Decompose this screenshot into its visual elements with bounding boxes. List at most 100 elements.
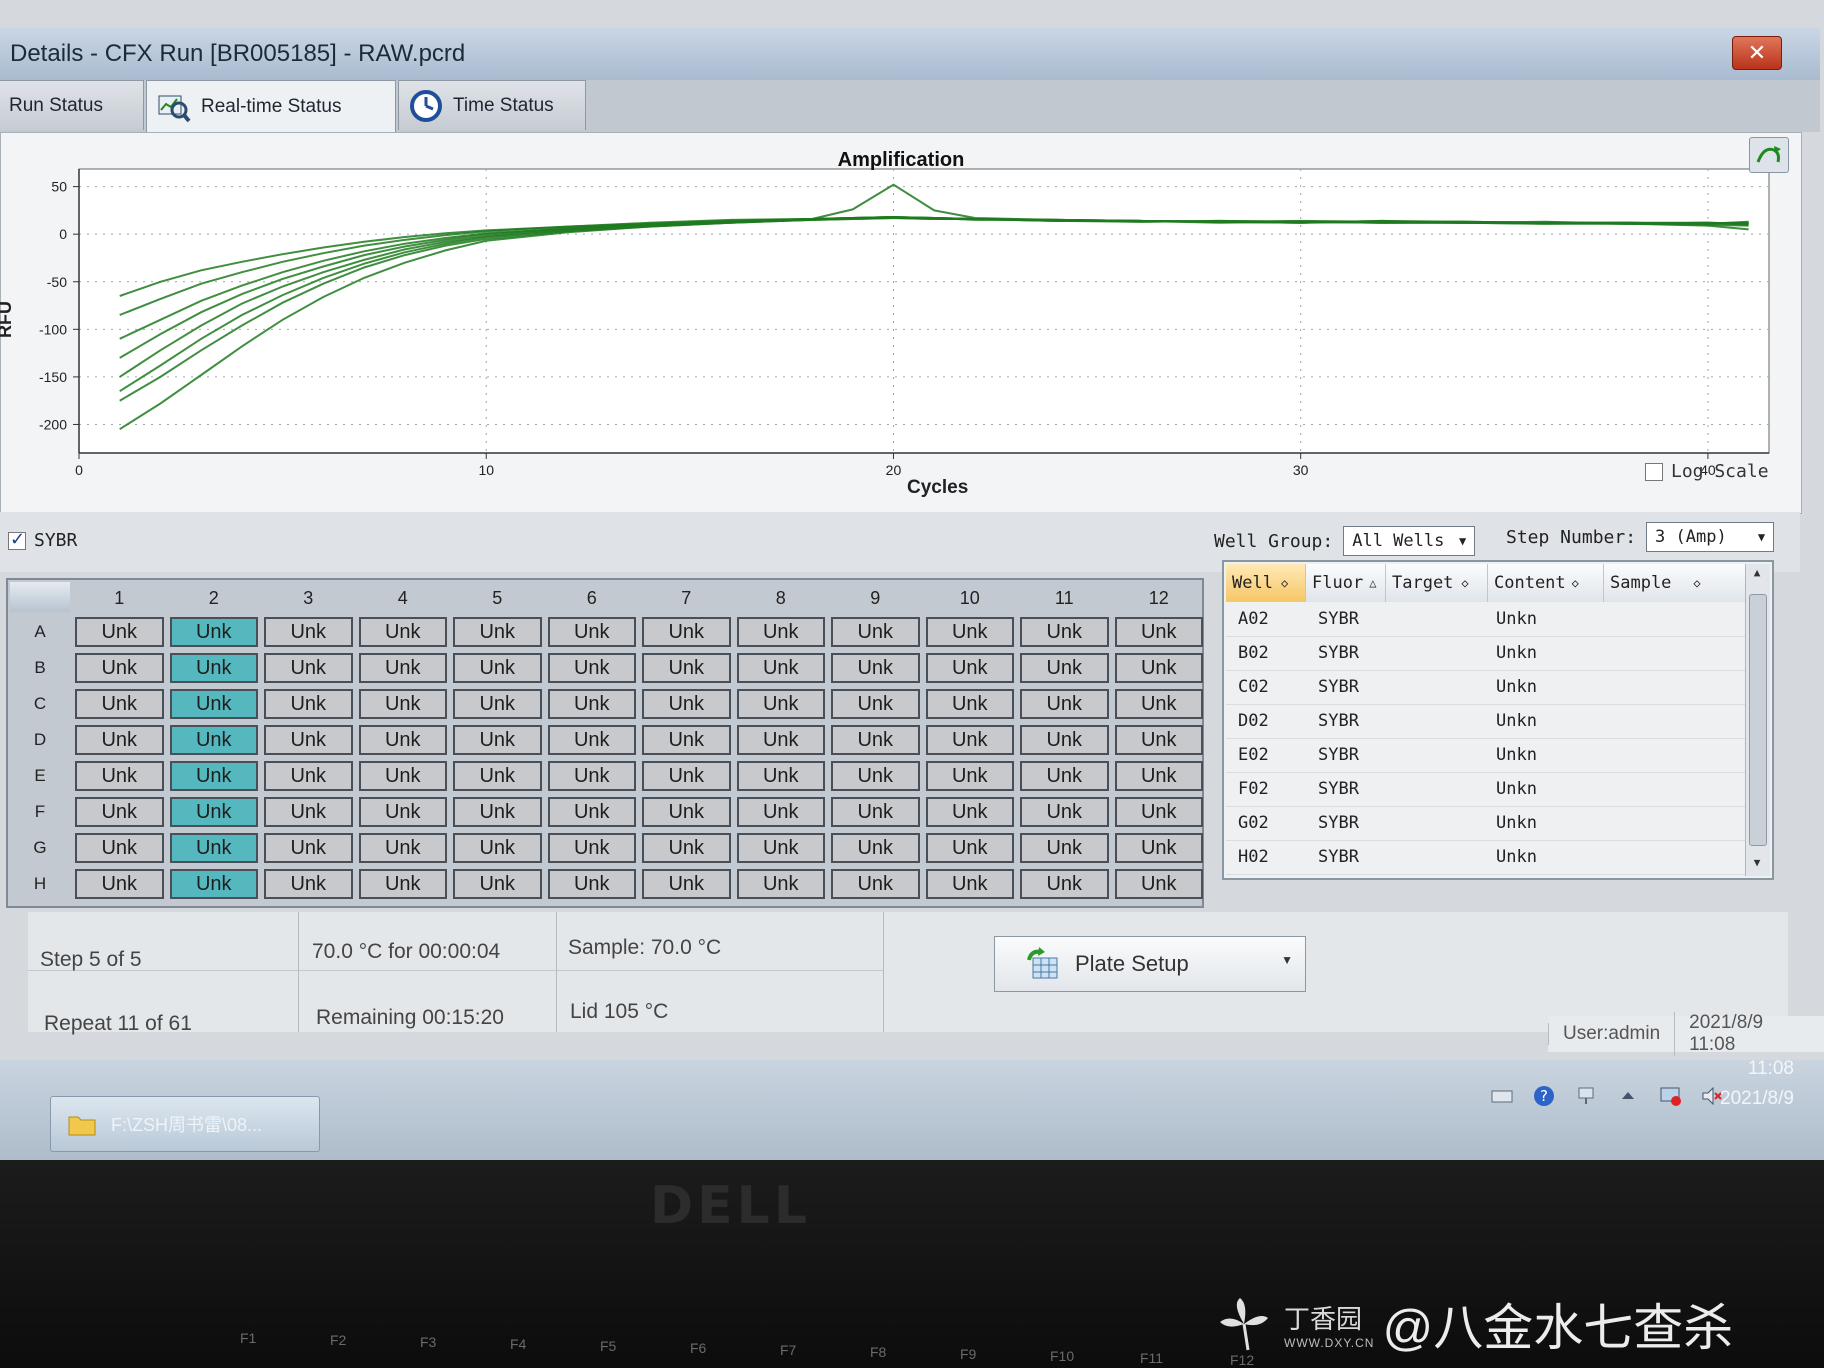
plate-well-C10[interactable]: Unk — [925, 689, 1014, 719]
keyboard-icon[interactable] — [1490, 1084, 1514, 1108]
plate-well-F7[interactable]: Unk — [642, 797, 731, 827]
plate-well-H6[interactable]: Unk — [547, 869, 636, 899]
column-header-target[interactable]: Target ◇ — [1386, 564, 1488, 602]
plate-well-E11[interactable]: Unk — [1020, 761, 1109, 791]
plate-well-B4[interactable]: Unk — [358, 653, 447, 683]
plate-well-B12[interactable]: Unk — [1114, 653, 1203, 683]
plate-well-F1[interactable]: Unk — [75, 797, 164, 827]
plate-well-E12[interactable]: Unk — [1114, 761, 1203, 791]
plate-well-A7[interactable]: Unk — [642, 617, 731, 647]
plate-well-F2[interactable]: Unk — [169, 797, 258, 827]
plate-column-header[interactable]: 3 — [261, 582, 356, 612]
plate-well-F6[interactable]: Unk — [547, 797, 636, 827]
plate-well-B2[interactable]: Unk — [169, 653, 258, 683]
plate-well-A12[interactable]: Unk — [1114, 617, 1203, 647]
network-icon[interactable] — [1574, 1084, 1598, 1108]
plate-row-header[interactable]: D — [10, 722, 70, 758]
close-button[interactable]: ✕ — [1732, 36, 1782, 70]
table-row[interactable]: E02 SYBR Unkn — [1226, 738, 1746, 773]
plate-well-C4[interactable]: Unk — [358, 689, 447, 719]
sybr-toggle[interactable]: SYBR — [8, 529, 77, 551]
plate-well-E2[interactable]: Unk — [169, 761, 258, 791]
plate-column-header[interactable]: 11 — [1017, 582, 1112, 612]
table-row[interactable]: D02 SYBR Unkn — [1226, 704, 1746, 739]
plate-well-A8[interactable]: Unk — [736, 617, 825, 647]
plate-well-E4[interactable]: Unk — [358, 761, 447, 791]
plate-well-D8[interactable]: Unk — [736, 725, 825, 755]
taskbar-folder-item[interactable]: F:\ZSH周书雷\08... — [50, 1096, 320, 1152]
vertical-scrollbar[interactable]: ▲ ▼ — [1745, 564, 1770, 876]
plate-well-A6[interactable]: Unk — [547, 617, 636, 647]
plate-well-C7[interactable]: Unk — [642, 689, 731, 719]
plate-well-A11[interactable]: Unk — [1020, 617, 1109, 647]
plate-column-header[interactable]: 8 — [734, 582, 829, 612]
plate-well-B10[interactable]: Unk — [925, 653, 1014, 683]
plate-column-header[interactable]: 12 — [1112, 582, 1207, 612]
column-header-sample[interactable]: Sample ◇ — [1604, 564, 1746, 602]
scroll-up-icon[interactable]: ▲ — [1749, 566, 1765, 584]
dropdown-arrow-icon[interactable]: ▼ — [1281, 953, 1293, 967]
plate-well-D12[interactable]: Unk — [1114, 725, 1203, 755]
table-row[interactable]: A02 SYBR Unkn — [1226, 602, 1746, 637]
column-header-fluor[interactable]: Fluor △ — [1306, 564, 1386, 602]
plate-well-F9[interactable]: Unk — [831, 797, 920, 827]
step-number-select[interactable]: 3 (Amp) ▼ — [1646, 522, 1775, 552]
plate-well-C3[interactable]: Unk — [264, 689, 353, 719]
plate-well-B5[interactable]: Unk — [453, 653, 542, 683]
plate-well-D3[interactable]: Unk — [264, 725, 353, 755]
plate-well-H4[interactable]: Unk — [358, 869, 447, 899]
tab-run-status[interactable]: Run Status — [0, 80, 144, 130]
plate-well-H12[interactable]: Unk — [1114, 869, 1203, 899]
plate-well-D5[interactable]: Unk — [453, 725, 542, 755]
plate-well-F5[interactable]: Unk — [453, 797, 542, 827]
plate-well-G1[interactable]: Unk — [75, 833, 164, 863]
plate-well-E1[interactable]: Unk — [75, 761, 164, 791]
plate-well-H10[interactable]: Unk — [925, 869, 1014, 899]
plate-well-B8[interactable]: Unk — [736, 653, 825, 683]
plate-well-A3[interactable]: Unk — [264, 617, 353, 647]
plate-well-H9[interactable]: Unk — [831, 869, 920, 899]
plate-well-F8[interactable]: Unk — [736, 797, 825, 827]
plate-well-G4[interactable]: Unk — [358, 833, 447, 863]
plate-row-header[interactable]: G — [10, 830, 70, 866]
plate-well-G12[interactable]: Unk — [1114, 833, 1203, 863]
plate-well-H7[interactable]: Unk — [642, 869, 731, 899]
plate-column-header[interactable]: 9 — [828, 582, 923, 612]
plate-row-header[interactable]: F — [10, 794, 70, 830]
table-row[interactable]: G02 SYBR Unkn — [1226, 806, 1746, 841]
plate-well-H3[interactable]: Unk — [264, 869, 353, 899]
plate-setup-button[interactable]: Plate Setup ▼ — [994, 936, 1306, 992]
plate-row-header[interactable]: H — [10, 866, 70, 902]
table-row[interactable]: F02 SYBR Unkn — [1226, 772, 1746, 807]
plate-well-C12[interactable]: Unk — [1114, 689, 1203, 719]
plate-column-header[interactable]: 4 — [356, 582, 451, 612]
plate-well-B9[interactable]: Unk — [831, 653, 920, 683]
plate-well-D7[interactable]: Unk — [642, 725, 731, 755]
table-row[interactable]: B02 SYBR Unkn — [1226, 636, 1746, 671]
plate-well-A1[interactable]: Unk — [75, 617, 164, 647]
plate-well-D6[interactable]: Unk — [547, 725, 636, 755]
plate-well-H5[interactable]: Unk — [453, 869, 542, 899]
plate-well-C1[interactable]: Unk — [75, 689, 164, 719]
plate-select-all-corner[interactable] — [10, 582, 70, 612]
plate-well-F3[interactable]: Unk — [264, 797, 353, 827]
plate-well-C5[interactable]: Unk — [453, 689, 542, 719]
log-scale-toggle[interactable]: Log Scale — [1645, 461, 1769, 482]
plate-well-E3[interactable]: Unk — [264, 761, 353, 791]
plate-well-G9[interactable]: Unk — [831, 833, 920, 863]
plate-well-D10[interactable]: Unk — [925, 725, 1014, 755]
plate-well-G6[interactable]: Unk — [547, 833, 636, 863]
plate-well-F10[interactable]: Unk — [925, 797, 1014, 827]
plate-well-E5[interactable]: Unk — [453, 761, 542, 791]
plate-well-B3[interactable]: Unk — [264, 653, 353, 683]
plate-well-A4[interactable]: Unk — [358, 617, 447, 647]
plate-well-G5[interactable]: Unk — [453, 833, 542, 863]
plate-well-H11[interactable]: Unk — [1020, 869, 1109, 899]
plate-well-G2[interactable]: Unk — [169, 833, 258, 863]
plate-well-D11[interactable]: Unk — [1020, 725, 1109, 755]
table-row[interactable]: H02 SYBR Unkn — [1226, 840, 1746, 875]
plate-well-C8[interactable]: Unk — [736, 689, 825, 719]
scroll-down-icon[interactable]: ▼ — [1749, 856, 1765, 874]
plate-well-E9[interactable]: Unk — [831, 761, 920, 791]
monitor-alert-icon[interactable] — [1658, 1084, 1682, 1108]
